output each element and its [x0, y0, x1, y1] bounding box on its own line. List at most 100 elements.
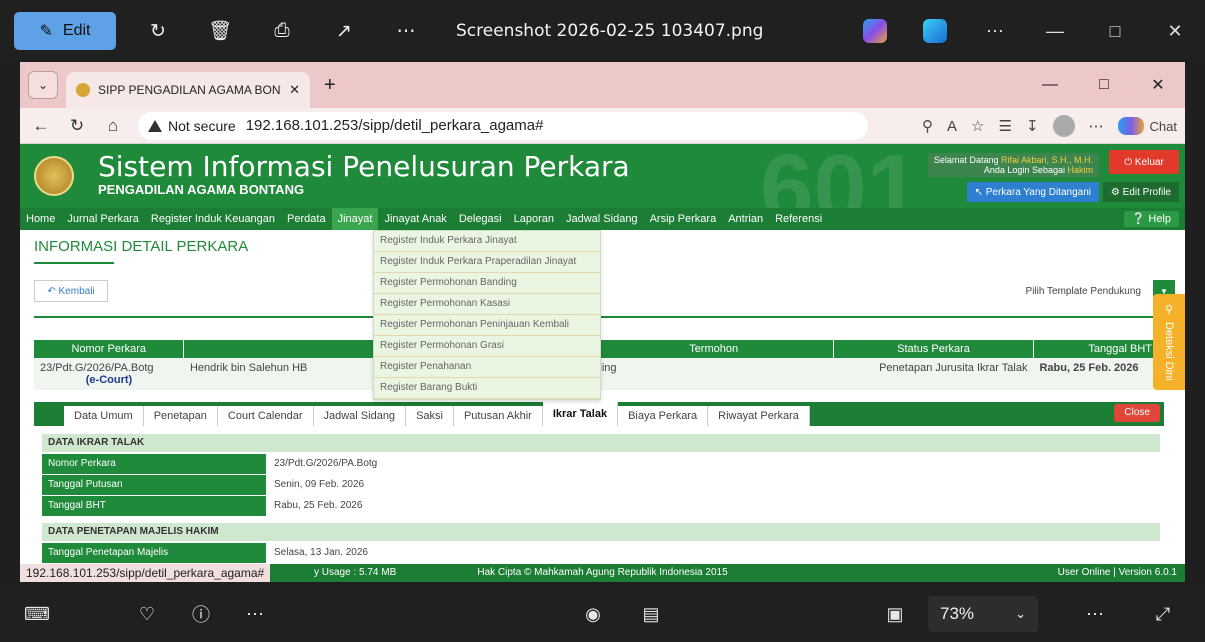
delete-icon[interactable]: 🗑 [200, 11, 240, 51]
bottom-more2-icon[interactable]: ⋯ [1080, 599, 1110, 629]
designer-icon[interactable] [923, 19, 947, 43]
viewer-toolbar: ✎ Edit ↻ 🗑 ⎙ ↗ ⋯ Screenshot 2026-02-25 1… [0, 0, 1205, 62]
page-title: INFORMASI DETAIL PERKARA [34, 238, 249, 255]
tab-court-calendar[interactable]: Court Calendar [217, 406, 314, 426]
zoom-selector[interactable]: 73% ⌄ [928, 596, 1038, 632]
favorites-list-icon[interactable]: ☰ [999, 117, 1012, 135]
browser-minimize-icon[interactable]: — [1023, 76, 1077, 94]
title-underline [34, 262, 114, 264]
cell-termohon: ding [593, 358, 834, 390]
dropdown-item-kasasi[interactable]: Register Permohonan Kasasi [374, 294, 600, 315]
help-icon: ❔ [1131, 213, 1146, 225]
welcome-user: Rifai Akbari, S.H., M.H. [1000, 155, 1093, 165]
dropdown-item-praperadilan[interactable]: Register Induk Perkara Praperadilan Jina… [374, 252, 600, 273]
minimize-icon[interactable]: — [1025, 21, 1085, 42]
filmstrip-icon[interactable]: ⌨ [22, 599, 52, 629]
refresh-icon[interactable]: ↻ [62, 116, 92, 136]
zoom-icon[interactable]: ⚲ [922, 117, 933, 135]
court-logo-icon [34, 156, 74, 196]
deteksi-dini-tab[interactable]: ⚲ Deteksi Dini [1153, 294, 1185, 390]
text-extract-icon[interactable]: ▤ [636, 599, 666, 629]
dropdown-item-penahanan[interactable]: Register Penahanan [374, 357, 600, 378]
home-icon[interactable]: ⌂ [98, 116, 128, 136]
logout-label: Keluar [1134, 156, 1164, 168]
tab-saksi[interactable]: Saksi [406, 406, 454, 426]
tab-title: SIPP PENGADILAN AGAMA BONTA [98, 83, 282, 97]
tab-riwayat-perkara[interactable]: Riwayat Perkara [708, 406, 810, 426]
tab-list-chevron-icon[interactable]: ⌄ [28, 71, 58, 99]
menu-antrian[interactable]: Antrian [722, 208, 769, 230]
tab-jadwal-sidang[interactable]: Jadwal Sidang [313, 406, 407, 426]
dropdown-item-barang-bukti[interactable]: Register Barang Bukti [374, 378, 600, 399]
logout-button[interactable]: ⏻ Keluar [1109, 150, 1179, 174]
browser-more-icon[interactable]: ⋯ [1089, 117, 1104, 135]
field-label: Tanggal BHT [42, 496, 266, 516]
dropdown-item-peninjauan-kembali[interactable]: Register Permohonan Peninjauan Kembali [374, 315, 600, 336]
menu-perdata[interactable]: Perdata [281, 208, 332, 230]
edit-button[interactable]: ✎ Edit [14, 12, 116, 50]
menu-arsip-perkara[interactable]: Arsip Perkara [644, 208, 723, 230]
menu-jadwal-sidang[interactable]: Jadwal Sidang [560, 208, 644, 230]
not-secure-label: Not secure [168, 117, 236, 134]
fit-screen-icon[interactable]: ▣ [880, 599, 910, 629]
tab-penetapan[interactable]: Penetapan [143, 406, 218, 426]
nomor-value: 23/Pdt.G/2026/PA.Botg [40, 362, 154, 374]
menu-delegasi[interactable]: Delegasi [453, 208, 508, 230]
share-icon[interactable]: ↗ [324, 11, 364, 51]
menu-referensi[interactable]: Referensi [769, 208, 828, 230]
profile-avatar[interactable] [1052, 115, 1075, 137]
menu-jinayat[interactable]: Jinayat [331, 208, 379, 230]
url-input[interactable]: Not secure 192.168.101.253/sipp/detil_pe… [138, 111, 868, 140]
viewer-more-icon[interactable]: ⋯ [965, 21, 1025, 42]
menu-register-induk-keuangan[interactable]: Register Induk Keuangan [145, 208, 281, 230]
menu-jurnal-perkara[interactable]: Jurnal Perkara [61, 208, 145, 230]
cell-tanggal: Rabu, 25 Feb. 2026 [1033, 358, 1159, 390]
chat-button[interactable]: Chat [1117, 117, 1177, 135]
site-header: 601 Sistem Informasi Penelusuran Perkara… [20, 144, 1185, 208]
perkara-ditangani-button[interactable]: ↖ Perkara Yang Ditangani [966, 182, 1099, 202]
new-tab-icon[interactable]: + [324, 74, 336, 97]
menu-laporan[interactable]: Laporan [508, 208, 560, 230]
tab-bar: ⌄ SIPP PENGADILAN AGAMA BONTA ✕ + — □ ✕ [20, 62, 1185, 108]
heart-icon[interactable]: ♡ [132, 599, 162, 629]
close-window-icon[interactable]: ✕ [1145, 21, 1205, 42]
maximize-icon[interactable]: □ [1085, 21, 1145, 42]
fullscreen-icon[interactable]: ⤢ [1148, 599, 1178, 629]
info-icon[interactable]: ⓘ [186, 599, 216, 629]
dropdown-item-banding[interactable]: Register Permohonan Banding [374, 273, 600, 294]
not-secure-indicator[interactable]: Not secure [148, 118, 236, 134]
back-button[interactable]: ↶ Kembali [34, 280, 108, 302]
tab-data-umum[interactable]: Data Umum [64, 406, 144, 426]
browser-close-icon[interactable]: ✕ [1131, 75, 1185, 95]
dropdown-item-grasi[interactable]: Register Permohonan Grasi [374, 336, 600, 357]
field-value: Selasa, 13 Jan. 2026 [274, 547, 368, 558]
edit-profile-button[interactable]: ⚙ Edit Profile [1102, 182, 1179, 202]
close-button[interactable]: Close [1114, 404, 1160, 422]
address-bar: ← ↻ ⌂ Not secure 192.168.101.253/sipp/de… [20, 108, 1185, 144]
read-aloud-icon[interactable]: A [947, 118, 957, 135]
back-arrow-icon[interactable]: ← [26, 116, 56, 136]
help-button[interactable]: ❔ Help [1123, 211, 1179, 227]
download-icon[interactable]: ↧ [1026, 117, 1039, 135]
browser-tab[interactable]: SIPP PENGADILAN AGAMA BONTA ✕ [66, 72, 310, 108]
print-icon[interactable]: ⎙ [262, 11, 302, 51]
tab-putusan-akhir[interactable]: Putusan Akhir [453, 406, 543, 426]
browser-maximize-icon[interactable]: □ [1077, 76, 1131, 94]
tab-biaya-perkara[interactable]: Biaya Perkara [618, 406, 709, 426]
tab-ikrar-talak[interactable]: Ikrar Talak [542, 402, 619, 426]
bottom-more-icon[interactable]: ⋯ [240, 599, 270, 629]
link-hover-status: 192.168.101.253/sipp/detil_perkara_agama… [20, 564, 271, 582]
rotate-icon[interactable]: ↻ [138, 11, 178, 51]
login-role: Hakim [1067, 165, 1093, 175]
menu-home[interactable]: Home [20, 208, 61, 230]
copilot-icon[interactable] [863, 19, 887, 43]
menu-jinayat-anak[interactable]: Jinayat Anak [378, 208, 452, 230]
more-icon[interactable]: ⋯ [386, 11, 426, 51]
back-label: Kembali [58, 285, 95, 297]
visual-search-icon[interactable]: ◉ [578, 599, 608, 629]
dropdown-item-induk-jinayat[interactable]: Register Induk Perkara Jinayat [374, 231, 600, 252]
list-item: Tanggal Penetapan Majelis Selasa, 13 Jan.… [42, 543, 1164, 563]
favorite-star-icon[interactable]: ☆ [971, 117, 984, 135]
tab-close-icon[interactable]: ✕ [289, 82, 300, 98]
col-nomor-perkara: Nomor Perkara [34, 340, 185, 358]
